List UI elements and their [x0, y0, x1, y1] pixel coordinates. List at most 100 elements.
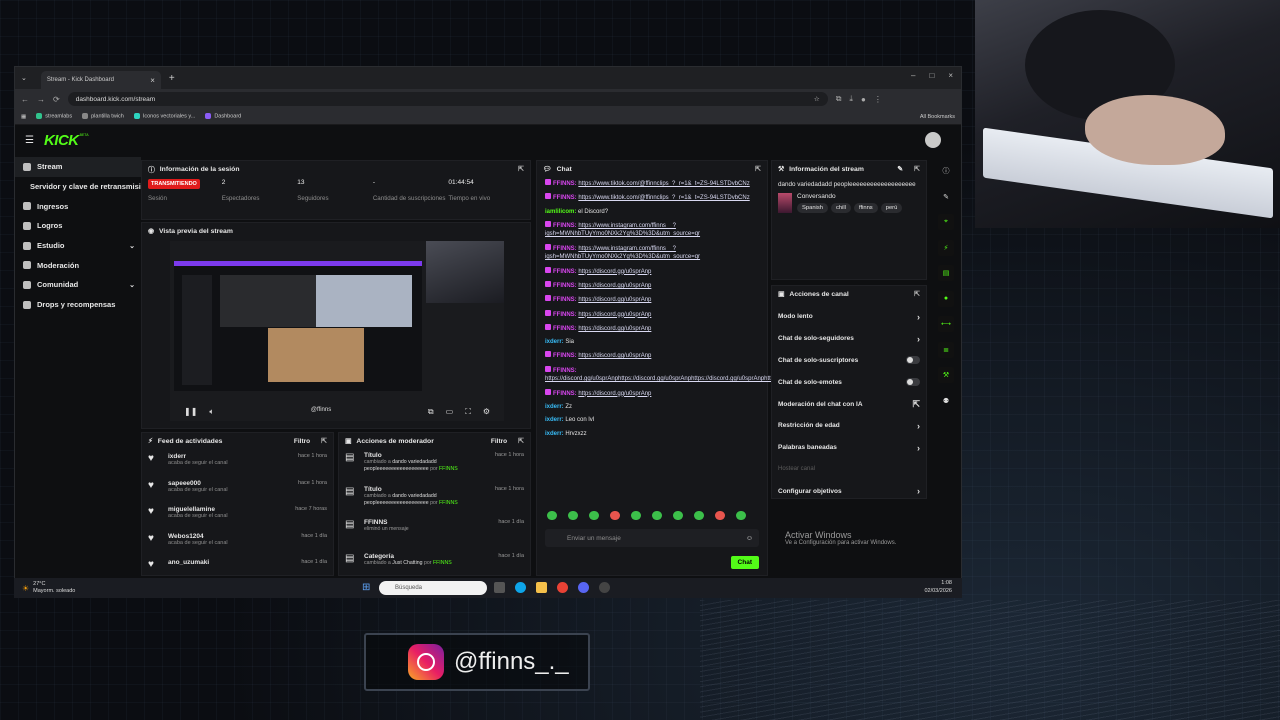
close-tab-icon[interactable]: ×	[150, 76, 155, 85]
taskview-icon[interactable]	[494, 582, 505, 593]
bookmark-item[interactable]: Dashboard	[205, 113, 241, 120]
chat-username[interactable]: iamlilicom:	[545, 209, 578, 215]
chat-username[interactable]: ixderr:	[545, 404, 565, 410]
emote-icon[interactable]	[736, 511, 746, 520]
feed-name[interactable]: miguelellamine	[168, 506, 228, 513]
feed-name[interactable]: sapeee000	[168, 480, 228, 487]
chat-link[interactable]: https://discord.gg/u0sprAnp	[578, 269, 651, 275]
feed-name[interactable]: ano_uzumaki	[168, 559, 209, 566]
bookmark-item[interactable]: Iconos vectoriales y...	[133, 113, 195, 120]
chrome-icon[interactable]	[557, 582, 568, 593]
emoji-icon[interactable]: ☺	[746, 535, 753, 542]
sidebar-item-logros[interactable]: Logros	[15, 216, 141, 236]
avatar[interactable]	[925, 132, 941, 148]
sidebar-item-server[interactable]: Servidor y clave de retransmisión	[15, 177, 150, 197]
server-icon[interactable]: ≣	[938, 341, 954, 358]
chat-username[interactable]: FFINNS:	[553, 353, 578, 359]
obs-icon[interactable]	[599, 582, 610, 593]
channel-action[interactable]: Chat de solo-emotes	[772, 371, 926, 393]
chat-send-button[interactable]: Chat	[730, 556, 759, 569]
profile-icon[interactable]: ●	[861, 95, 866, 104]
chat-link[interactable]: https://www.tiktok.com/@ffinnclips_?_r=1…	[578, 195, 749, 201]
sidebar-item-moderacion[interactable]: Moderación	[15, 255, 141, 275]
stream-preview[interactable]: ❚❚ 🔈︎ @ffinns ⧉ ▭ ⛶ ⚙︎	[170, 241, 504, 421]
chat-input[interactable]: Enviar un mensaje ☺	[545, 529, 759, 547]
edit-icon[interactable]: ✎	[897, 165, 903, 173]
bookmark-item[interactable]: streamlabs	[36, 113, 72, 120]
folder-icon[interactable]	[536, 582, 547, 593]
popout-icon[interactable]: ⇱	[321, 437, 327, 445]
tab-menu-icon[interactable]: ⌄	[21, 74, 27, 82]
new-tab-icon[interactable]: +	[169, 73, 175, 84]
chat-username[interactable]: FFINNS:	[553, 368, 577, 374]
minimize-icon[interactable]: –	[911, 71, 915, 80]
settings-icon[interactable]: ⚙︎	[483, 407, 490, 417]
emote-icon[interactable]	[589, 511, 599, 520]
channel-action[interactable]: Chat de solo-suscriptores	[772, 350, 926, 372]
feed-name[interactable]: Webos1204	[168, 533, 228, 540]
feed-name[interactable]: ixderr	[168, 453, 228, 460]
emote-icon[interactable]	[547, 511, 557, 520]
chat-username[interactable]: FFINNS:	[553, 181, 578, 187]
extensions-icon[interactable]: ⧉	[836, 94, 842, 104]
chat-username[interactable]: ixderr:	[545, 431, 565, 437]
chat-username[interactable]: FFINNS:	[553, 283, 578, 289]
channel-action[interactable]: Restricción de edad ›	[772, 415, 926, 437]
chat-link[interactable]: https://discord.gg/u0sprAnp	[578, 391, 651, 397]
discord-icon[interactable]	[578, 582, 589, 593]
emote-icon[interactable]	[715, 511, 725, 520]
channel-action[interactable]: Palabras baneadas ›	[772, 437, 926, 459]
channel-action[interactable]: Modo lento ›	[772, 306, 926, 328]
popout-icon[interactable]: ⇱	[914, 165, 920, 173]
browser-tab[interactable]: Stream - Kick Dashboard ×	[40, 71, 161, 89]
reload-icon[interactable]: ⟳	[53, 95, 60, 104]
close-window-icon[interactable]: ×	[948, 71, 953, 80]
chat-username[interactable]: FFINNS:	[553, 326, 578, 332]
sidebar-item-drops[interactable]: Drops y recompensas	[15, 295, 141, 315]
chat-username[interactable]: FFINNS:	[553, 297, 578, 303]
sidebar-item-comunidad[interactable]: Comunidad ⌄	[15, 275, 141, 295]
download-icon[interactable]: ⤓	[849, 94, 853, 104]
forward-icon[interactable]: →	[37, 95, 45, 104]
chat-username[interactable]: FFINNS:	[553, 246, 578, 252]
chat-username[interactable]: FFINNS:	[553, 195, 578, 201]
chat-link[interactable]: https://www.tiktok.com/@ffinnclips_?_r=1…	[578, 181, 749, 187]
pause-icon[interactable]: ❚❚	[184, 407, 197, 417]
chat-link[interactable]: https://discord.gg/u0sprAnp	[578, 312, 651, 318]
url-field[interactable]: dashboard.kick.com/stream ☆	[67, 92, 828, 106]
bookmark-star-icon[interactable]: ☆	[814, 95, 820, 103]
chat-username[interactable]: FFINNS:	[553, 312, 578, 318]
chat-bubble-icon[interactable]: ●	[938, 290, 954, 307]
emote-icon[interactable]	[631, 511, 641, 520]
windows-start-icon[interactable]: ⊞	[362, 582, 370, 593]
popout-icon[interactable]: ⇱	[755, 165, 761, 173]
kick-logo[interactable]: KICK	[44, 132, 79, 149]
volume-icon[interactable]: 🔈︎	[209, 407, 214, 417]
chat-link[interactable]: https://discord.gg/u0sprAnp	[578, 283, 651, 289]
chat-username[interactable]: FFINNS:	[553, 269, 578, 275]
pip-icon[interactable]: ⧉	[428, 407, 434, 417]
chat-username[interactable]: FFINNS:	[553, 223, 578, 229]
channel-action[interactable]: Moderación del chat con IA ⇱	[772, 393, 926, 415]
chat-link[interactable]: https://discord.gg/u0sprAnp	[578, 297, 651, 303]
wrench-icon[interactable]: ⚒︎	[938, 367, 954, 383]
fullscreen-icon[interactable]: ⛶	[465, 407, 471, 417]
popout-icon[interactable]: ⇱	[518, 165, 524, 173]
bolt-icon[interactable]: ⚡︎	[938, 239, 954, 256]
sidebar-item-estudio[interactable]: Estudio ⌄	[15, 236, 141, 256]
info-icon[interactable]: ⓘ	[938, 163, 954, 179]
target-icon[interactable]: ⌖	[938, 214, 954, 230]
chat-link[interactable]: https://discord.gg/u0sprAnp	[578, 326, 651, 332]
chat-username[interactable]: ixderr:	[545, 417, 565, 423]
page-icon[interactable]: ▤	[938, 265, 954, 281]
emote-icon[interactable]	[694, 511, 704, 520]
maximize-icon[interactable]: □	[929, 71, 934, 80]
menu-icon[interactable]: ⋮	[874, 95, 882, 104]
emote-icon[interactable]	[652, 511, 662, 520]
broadcast-icon[interactable]: ⟷	[938, 316, 954, 332]
chat-link[interactable]: https://discord.gg/u0sprAnp	[578, 353, 651, 359]
sidebar-item-stream[interactable]: Stream	[15, 157, 141, 177]
sidebar-item-ingresos[interactable]: Ingresos	[15, 196, 141, 216]
all-bookmarks[interactable]: All Bookmarks	[920, 114, 955, 120]
toggle-switch[interactable]	[906, 356, 920, 365]
